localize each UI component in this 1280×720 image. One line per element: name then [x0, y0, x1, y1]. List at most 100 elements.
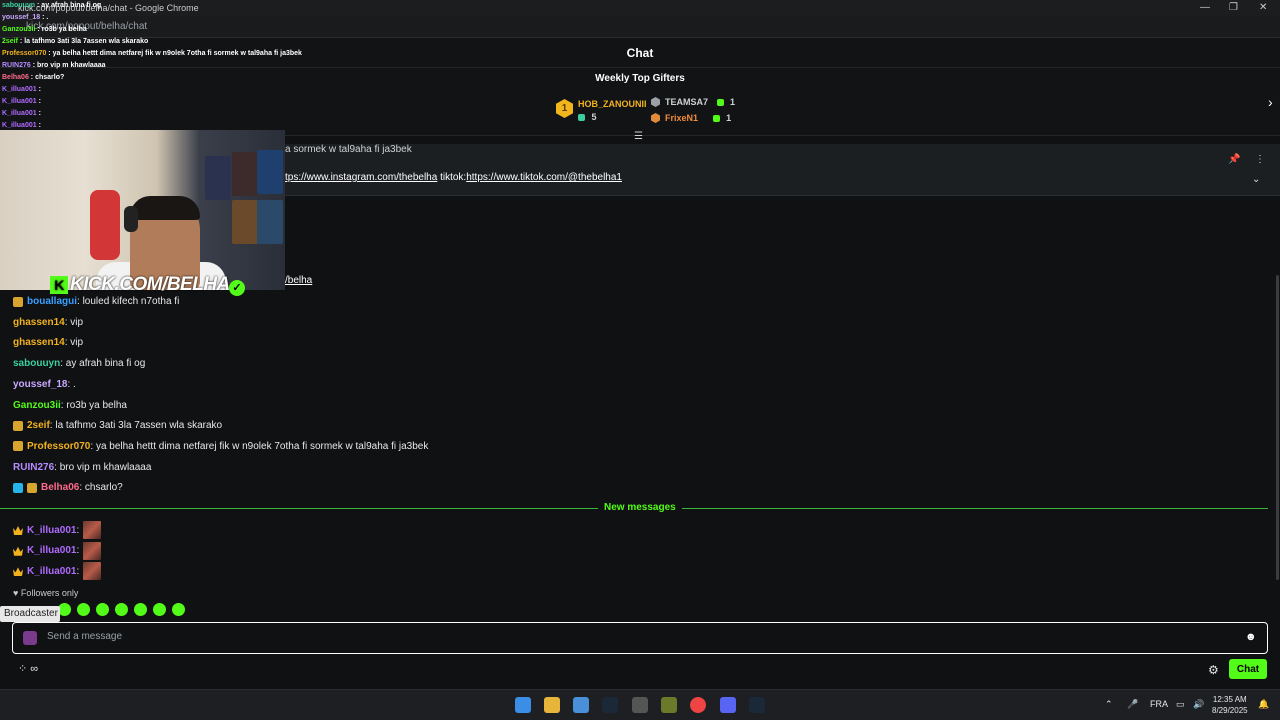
overlay-chat-line: Professor070 : ya belha hettt dima netfa…	[2, 50, 302, 57]
stream-overlay-chat: sabouuyn : ay afrah bina fi og youssef_18…	[0, 0, 302, 130]
chrome-icon[interactable]	[690, 697, 706, 713]
microphone-icon[interactable]: 🎤	[1127, 699, 1138, 710]
new-messages-label: New messages	[598, 502, 682, 513]
headset	[124, 206, 138, 232]
emote-icon[interactable]	[77, 603, 90, 616]
emote-icon[interactable]	[153, 603, 166, 616]
chat-message: bouallagui: louled kifech n7otha fi	[13, 296, 179, 307]
gift-icon	[712, 115, 720, 123]
followers-only: ♥ Followers only	[13, 588, 79, 598]
gifter-first[interactable]: HOB_ZANOUNII	[578, 99, 647, 109]
file-explorer-icon[interactable]	[544, 697, 560, 713]
chair	[90, 190, 120, 260]
chat-username[interactable]: Belha06	[41, 482, 79, 493]
chat-username[interactable]: Ganzou3ii	[13, 400, 61, 411]
overlay-message: la tafhmo 3ati 3la 7assen wla skarako	[24, 38, 149, 45]
avatar[interactable]	[23, 631, 37, 645]
overlay-message: .	[46, 14, 49, 21]
overlay-username: K_illua001	[2, 110, 37, 117]
chevron-up-icon[interactable]: ⌃	[1105, 699, 1113, 710]
pin-icon[interactable]: 📌	[1228, 154, 1240, 165]
network-icon[interactable]: ▭	[1176, 699, 1185, 710]
chat-message: sabouuyn: ay afrah bina fi og	[13, 358, 146, 370]
pinned-message: a sormek w tal9aha fi ja3bek tps://www.i…	[285, 144, 1280, 196]
overlay-chat-line: RUIN276 : bro vip m khawlaaaa	[2, 62, 106, 69]
gifter-second[interactable]: TEAMSA7 1	[665, 97, 735, 107]
chat-username[interactable]: sabouuyn	[13, 358, 60, 369]
volume-icon[interactable]: 🔊	[1193, 699, 1204, 710]
chat-username[interactable]: K_illua001	[27, 566, 76, 577]
chat-tools[interactable]: ⁘ ∞	[18, 662, 38, 675]
gift-icon	[716, 99, 724, 107]
emote-icon[interactable]	[134, 603, 147, 616]
partial-link[interactable]: /belha	[285, 275, 312, 286]
overlay-username: K_illua001	[2, 86, 37, 93]
instagram-link[interactable]: tps://www.instagram.com/thebelha	[285, 172, 437, 183]
gifter-badge-icon	[13, 441, 23, 452]
windows-start-icon[interactable]	[515, 697, 531, 713]
chat-text: vip	[70, 337, 84, 349]
chat-username[interactable]: bouallagui	[27, 296, 77, 307]
app-icon[interactable]	[632, 697, 648, 713]
chat-text: vip	[70, 316, 84, 328]
taskbar: ⌃ 🎤 FRA ▭ 🔊 12:35 AM 8/29/2025 🔔	[0, 689, 1280, 720]
overlay-username: Ganzou3ii	[2, 26, 36, 33]
overlay-chat-line: K_illua001 :	[2, 86, 41, 93]
gear-icon[interactable]: ⚙	[1208, 663, 1219, 677]
overlay-chat-line: Ganzou3ii : ro3b ya belha	[2, 26, 87, 33]
chat-message: Belha06: chsarlo?	[13, 482, 123, 493]
chat-text: louled kifech n7otha fi	[82, 296, 180, 307]
chat-username[interactable]: K_illua001	[27, 525, 76, 536]
steam-icon[interactable]	[602, 697, 618, 713]
chat-text: bro vip m khawlaaaa	[59, 461, 152, 473]
clock[interactable]: 12:35 AM 8/29/2025	[1212, 694, 1248, 716]
chat-username[interactable]: K_illua001	[27, 545, 76, 556]
chat-username[interactable]: ghassen14	[13, 337, 65, 348]
emote-icon[interactable]	[115, 603, 128, 616]
close-icon[interactable]: ✕	[1259, 2, 1267, 13]
chevron-down-icon[interactable]: ⌄	[1252, 174, 1260, 185]
message-input[interactable]	[47, 631, 1227, 642]
overlay-chat-line: 2seif : la tafhmo 3ati 3la 7assen wla sk…	[2, 38, 149, 45]
poster	[257, 200, 283, 244]
steam-icon[interactable]	[749, 697, 765, 713]
overlay-message: ro3b ya belha	[41, 26, 87, 33]
language-indicator[interactable]: FRA	[1150, 699, 1168, 709]
more-options-icon[interactable]: ⋮	[1255, 154, 1265, 165]
chat-send-button[interactable]: Chat	[1229, 659, 1267, 679]
chat-username[interactable]: Professor070	[27, 441, 90, 452]
gifter-badge-icon	[13, 296, 23, 307]
app-icon[interactable]	[661, 697, 677, 713]
chat-username[interactable]: ghassen14	[13, 317, 65, 328]
overlay-chat-line: sabouuyn : ay afrah bina fi og	[2, 2, 102, 9]
tiktok-link[interactable]: https://www.tiktok.com/@thebelha1	[466, 172, 622, 183]
emote-image	[83, 541, 102, 560]
emote-image	[83, 562, 102, 581]
chevron-right-icon[interactable]: ›	[1268, 94, 1273, 110]
chat-username[interactable]: RUIN276	[13, 462, 54, 473]
chat-text: ro3b ya belha	[66, 399, 127, 411]
message-input-box[interactable]: ☻	[12, 622, 1268, 654]
notification-icon[interactable]: 🔔	[1258, 699, 1269, 710]
chat-text: chsarlo?	[84, 482, 123, 494]
webcam-video	[0, 130, 285, 290]
kick-logo: K KICK.COM/BELHA	[50, 274, 230, 296]
restore-icon[interactable]: ❐	[1229, 2, 1238, 13]
chat-message: ghassen14: vip	[13, 316, 84, 328]
gifter-name: HOB_ZANOUNII	[578, 99, 647, 109]
chat-text: ya belha hettt dima netfarej fik w n9ole…	[95, 440, 429, 452]
overlay-message: chsarlo?	[35, 74, 65, 81]
chat-message: 2seif: la tafhmo 3ati 3la 7assen wla ska…	[13, 420, 222, 431]
chat-username[interactable]: 2seif	[27, 420, 50, 431]
discord-icon[interactable]	[720, 697, 736, 713]
emoji-icon[interactable]: ☻	[1245, 631, 1257, 643]
emote-icon[interactable]	[96, 603, 109, 616]
store-icon[interactable]	[573, 697, 589, 713]
gifter-badge-icon	[13, 420, 23, 431]
collapse-icon[interactable]: ☰	[634, 131, 643, 142]
scrollbar[interactable]	[1276, 275, 1279, 580]
gifter-third[interactable]: FrixeN1 1	[665, 113, 731, 123]
minimize-icon[interactable]: —	[1200, 2, 1210, 13]
chat-username[interactable]: youssef_18	[13, 379, 67, 390]
emote-icon[interactable]	[172, 603, 185, 616]
